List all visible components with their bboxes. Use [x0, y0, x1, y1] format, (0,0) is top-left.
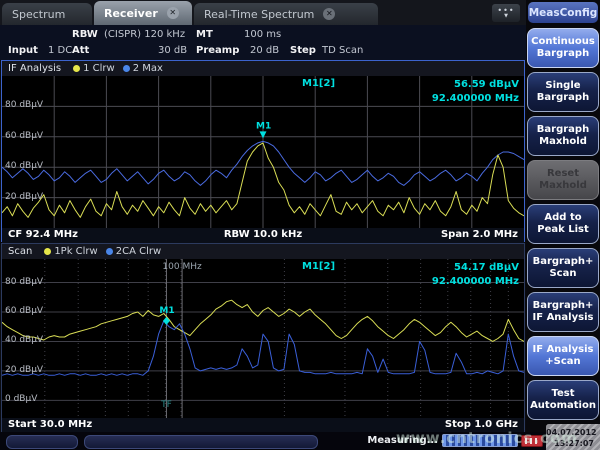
marker-level: 54.17 dBµV: [432, 261, 519, 275]
marker-readout-values: 54.17 dBµV 92.400000 MHz: [432, 261, 519, 288]
y-axis-tick-label: 80 dBµV: [5, 100, 43, 110]
mt-label[interactable]: MT: [196, 29, 213, 40]
att-label[interactable]: Att: [72, 45, 89, 56]
trace-color-dot-icon: [106, 248, 113, 255]
trace-2ca-clrw: [2, 321, 524, 376]
if-analysis-panel: IF Analysis 1 Clrw 2 Max M1 M1[2] 56.59 d…: [1, 60, 525, 242]
y-axis-tick-label: 20 dBµV: [5, 192, 43, 202]
datetime-display: 04.07.2012 13:27:07: [546, 424, 600, 450]
trace-legend-item[interactable]: 2 Max: [123, 63, 163, 74]
busy-progress-indicator: [442, 434, 518, 447]
trace-legend-item[interactable]: 1Pk Clrw: [44, 246, 97, 257]
if-analysis-header: IF Analysis 1 Clrw 2 Max: [2, 61, 524, 76]
status-bar: Measuring... 04.07.2012 13:27:07: [0, 432, 600, 450]
time-text: 13:27:07: [546, 438, 594, 449]
trace-legend-item[interactable]: 2CA Clrw: [106, 246, 161, 257]
scan-plot[interactable]: M1 M1[2] 54.17 dBµV 92.400000 MHz 0 dBµV…: [2, 259, 524, 418]
mt-value[interactable]: 100 ms: [244, 29, 281, 40]
tab-bar: Spectrum Receiver ✕ Real-Time Spectrum ✕…: [0, 0, 600, 25]
trace-legend-label: 1Pk Clrw: [54, 246, 97, 257]
scan-header: Scan 1Pk Clrw 2CA Clrw: [2, 244, 524, 259]
trace-color-dot-icon: [44, 248, 51, 255]
trace-legend-item[interactable]: 1 Clrw: [73, 63, 115, 74]
alert-indicator-icon: [521, 435, 543, 447]
trace-legend: 1Pk Clrw 2CA Clrw: [44, 246, 161, 257]
rbw-label[interactable]: RBW: [72, 29, 98, 40]
softkey-bargraph-scan[interactable]: Bargraph+ Scan: [527, 248, 599, 288]
step-value[interactable]: TD Scan: [322, 45, 363, 56]
input-value[interactable]: 1 DC: [48, 45, 72, 56]
softkey-continuous-bargraph[interactable]: Continuous Bargraph: [527, 28, 599, 68]
span-label: Span 2.0 MHz: [441, 229, 518, 240]
close-icon[interactable]: ✕: [323, 8, 335, 20]
marker-symbol-icon[interactable]: [163, 317, 170, 325]
start-frequency-label: Start 30.0 MHz: [8, 419, 92, 430]
trace-color-dot-icon: [73, 65, 80, 72]
measuring-status-text: Measuring...: [360, 435, 438, 446]
stop-frequency-label: Stop 1.0 GHz: [445, 419, 518, 430]
marker-frequency: 92.400000 MHz: [432, 92, 519, 106]
chevron-down-icon: ▼: [504, 14, 508, 19]
softkey-menu-title: MeasConfig: [528, 2, 598, 23]
y-axis-tick-label: 40 dBµV: [5, 161, 43, 171]
softkey-bargraph-if-analysis[interactable]: Bargraph+ IF Analysis: [527, 292, 599, 332]
marker-frequency: 92.400000 MHz: [432, 275, 519, 289]
preamp-value[interactable]: 20 dB: [250, 45, 279, 56]
trace-legend-label: 2CA Clrw: [116, 246, 161, 257]
y-axis-tick-label: 80 dBµV: [5, 277, 43, 287]
status-field-left: [6, 435, 78, 449]
trace-legend: 1 Clrw 2 Max: [73, 63, 163, 74]
marker-readout-name: M1[2]: [302, 78, 335, 89]
marker-label: M1: [159, 306, 174, 316]
close-icon[interactable]: ✕: [167, 7, 179, 19]
preamp-label[interactable]: Preamp: [196, 45, 239, 56]
y-axis-tick-label: 0 dBµV: [5, 394, 37, 404]
softkey-single-bargraph[interactable]: Single Bargraph: [527, 72, 599, 112]
att-value[interactable]: 30 dB: [158, 45, 187, 56]
status-field-center: [84, 435, 318, 449]
trace-legend-label: 1 Clrw: [83, 63, 115, 74]
tab-realtime-spectrum[interactable]: Real-Time Spectrum ✕: [194, 3, 378, 25]
settings-bar: RBW (CISPR) 120 kHz MT 100 ms Input 1 DC…: [0, 25, 526, 60]
receiver-app-window: Spectrum Receiver ✕ Real-Time Spectrum ✕…: [0, 0, 600, 450]
panel-title: Scan: [8, 246, 32, 257]
scan-panel: Scan 1Pk Clrw 2CA Clrw M1 M1[2] 54.17 dBµ…: [1, 243, 525, 432]
tab-label: Receiver: [104, 7, 158, 20]
softkey-bargraph-maxhold[interactable]: Bargraph Maxhold: [527, 116, 599, 156]
annotation-label: TF: [161, 400, 172, 410]
if-analysis-footer: CF 92.4 MHz RBW 10.0 kHz Span 2.0 MHz: [2, 228, 524, 243]
marker-readout-values: 56.59 dBµV 92.400000 MHz: [432, 78, 519, 105]
center-frequency-label: CF 92.4 MHz: [8, 229, 78, 240]
input-label[interactable]: Input: [8, 45, 38, 56]
tab-label: Real-Time Spectrum: [204, 8, 314, 21]
tab-overflow-button[interactable]: ••• ▼: [492, 4, 520, 22]
tab-spectrum[interactable]: Spectrum: [2, 3, 92, 25]
marker-level: 56.59 dBµV: [432, 78, 519, 92]
softkey-reset-maxhold: Reset Maxhold: [527, 160, 599, 200]
marker-label: M1: [256, 121, 271, 131]
tab-receiver[interactable]: Receiver ✕: [94, 1, 192, 25]
softkey-test-automation[interactable]: Test Automation: [527, 380, 599, 420]
rbw-value[interactable]: (CISPR) 120 kHz: [104, 29, 185, 40]
trace-legend-label: 2 Max: [133, 63, 163, 74]
softkey-sidebar: MeasConfig Continuous BargraphSingle Bar…: [526, 0, 600, 450]
y-axis-tick-label: 60 dBµV: [5, 306, 43, 316]
marker-readout-name: M1[2]: [302, 261, 335, 272]
y-axis-tick-label: 60 dBµV: [5, 131, 43, 141]
date-text: 04.07.2012: [546, 427, 594, 438]
if-analysis-plot[interactable]: M1 M1[2] 56.59 dBµV 92.400000 MHz 20 dBµ…: [2, 76, 524, 228]
marker-symbol-icon[interactable]: [260, 131, 267, 138]
annotation-label: 100 MHz: [162, 262, 201, 272]
softkey-if-analysis-scan[interactable]: IF Analysis +Scan: [527, 336, 599, 376]
trace-color-dot-icon: [123, 65, 130, 72]
y-axis-tick-label: 40 dBµV: [5, 335, 43, 345]
panel-title: IF Analysis: [8, 63, 61, 74]
tab-label: Spectrum: [12, 8, 65, 21]
scan-footer: Start 30.0 MHz Stop 1.0 GHz: [2, 418, 524, 433]
rbw-footer-label: RBW 10.0 kHz: [224, 229, 302, 240]
step-label[interactable]: Step: [290, 45, 316, 56]
y-axis-tick-label: 20 dBµV: [5, 365, 43, 375]
softkey-add-to-peak-list[interactable]: Add to Peak List: [527, 204, 599, 244]
